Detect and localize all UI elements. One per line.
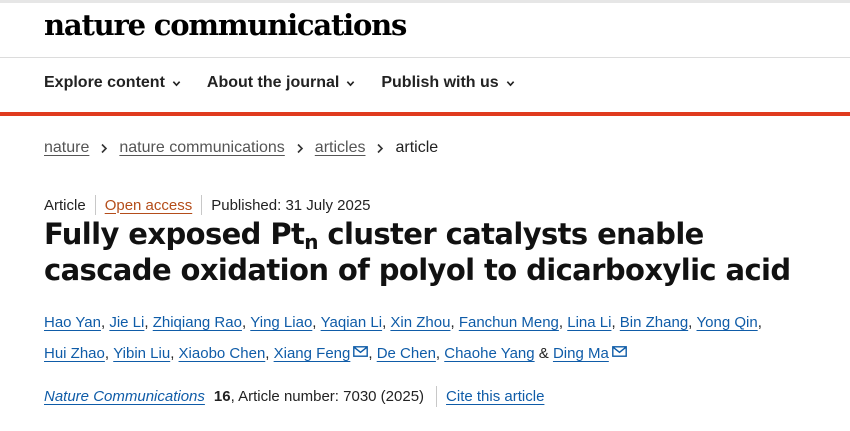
author-link[interactable]: Chaohe Yang [444,345,534,362]
breadcrumb-articles[interactable]: articles [315,139,366,157]
author-item: Ding Ma [553,345,627,362]
title-part-1: Fully exposed Pt [44,217,305,251]
author-link[interactable]: Jie Li [109,314,144,331]
breadcrumb-current: article [395,139,439,156]
open-access-link[interactable]: Open access [105,197,193,214]
author-item: Lina Li, [567,314,620,331]
author-separator: & [534,345,553,362]
nav-label: Explore content [44,74,165,91]
author-separator: , [688,314,697,331]
author-item: Zhiqiang Rao, [153,314,251,331]
volume-number: 16 [213,388,231,405]
meta-divider [201,195,203,215]
author-item: Chaohe Yang & [444,345,553,362]
header-divider [0,57,850,58]
nav-label: Publish with us [381,74,499,91]
chevron-down-icon [347,80,355,86]
author-list: Hao Yan, Jie Li, Zhiqiang Rao, Ying Liao… [44,307,834,369]
author-link[interactable]: Ding Ma [553,345,609,362]
article-title: Fully exposed Ptn cluster catalysts enab… [44,216,824,288]
chevron-right-icon [297,143,303,153]
breadcrumb-nature[interactable]: nature [44,139,89,157]
author-link[interactable]: Hao Yan [44,314,101,331]
breadcrumb: nature nature communications articles ar… [44,139,438,157]
accent-bar [0,112,850,116]
author-item: Hui Zhao, [44,345,113,362]
author-link[interactable]: Ying Liao [250,314,312,331]
author-item: De Chen, [377,345,445,362]
author-link[interactable]: Lina Li [567,314,611,331]
article-number: , Article number: 7030 (2025) [230,388,425,405]
author-link[interactable]: Xiang Feng [274,345,351,362]
author-link[interactable]: Bin Zhang [620,314,688,331]
article-type: Article [44,196,86,214]
citation-divider [436,386,438,407]
nav-publish-with-us[interactable]: Publish with us [381,74,514,92]
chevron-down-icon [506,80,514,86]
author-separator: , [757,314,762,331]
author-link[interactable]: Fanchun Meng [459,314,559,331]
author-separator: , [170,345,179,362]
author-link[interactable]: Hui Zhao [44,345,105,362]
author-link[interactable]: Xiaobo Chen [179,345,266,362]
journal-logo[interactable]: nature communications [44,8,407,42]
author-separator: , [435,345,445,362]
author-link[interactable]: Yaqian Li [321,314,382,331]
author-separator: , [265,345,274,362]
mail-icon[interactable] [353,346,369,357]
nav-label: About the journal [206,74,340,91]
author-item: Jie Li, [109,314,152,331]
cite-this-article-link[interactable]: Cite this article [446,388,544,405]
meta-divider [94,195,96,215]
author-link[interactable]: Yong Qin [697,314,758,331]
published-date: Published: 31 July 2025 [211,196,371,214]
journal-link[interactable]: Nature Communications [44,388,205,405]
author-separator: , [450,314,459,331]
nav-explore-content[interactable]: Explore content [44,74,181,92]
chevron-down-icon [172,80,181,86]
author-separator: , [558,314,568,331]
author-item: Ying Liao, [250,314,320,331]
author-separator: , [312,314,321,331]
author-link[interactable]: Yibin Liu [113,345,170,362]
author-item: Yibin Liu, [113,345,178,362]
title-subscript: n [304,230,318,254]
author-separator: , [104,345,114,362]
author-separator: , [144,314,153,331]
author-separator: , [368,345,377,362]
author-item: Xin Zhou, [390,314,458,331]
author-item: Fanchun Meng, [459,314,567,331]
author-link[interactable]: Zhiqiang Rao [153,314,242,331]
top-border [0,0,850,3]
article-meta: Article Open access Published: 31 July 2… [44,195,371,215]
author-link[interactable]: De Chen [377,345,436,362]
author-item: Xiang Feng, [274,345,377,362]
chevron-right-icon [377,143,384,153]
author-separator: , [611,314,620,331]
chevron-right-icon [101,143,108,153]
author-item: Bin Zhang, [620,314,697,331]
nav-about-journal[interactable]: About the journal [207,74,355,92]
author-item: Yong Qin, [697,314,762,331]
author-item: Xiaobo Chen, [179,345,274,362]
author-item: Hao Yan, [44,314,109,331]
breadcrumb-nature-communications[interactable]: nature communications [119,139,284,157]
citation-line: Nature Communications 16 , Article numbe… [44,386,544,407]
author-link[interactable]: Xin Zhou [390,314,450,331]
author-item: Yaqian Li, [321,314,391,331]
mail-icon[interactable] [611,346,627,357]
main-nav: Explore content About the journal Publis… [44,74,541,92]
